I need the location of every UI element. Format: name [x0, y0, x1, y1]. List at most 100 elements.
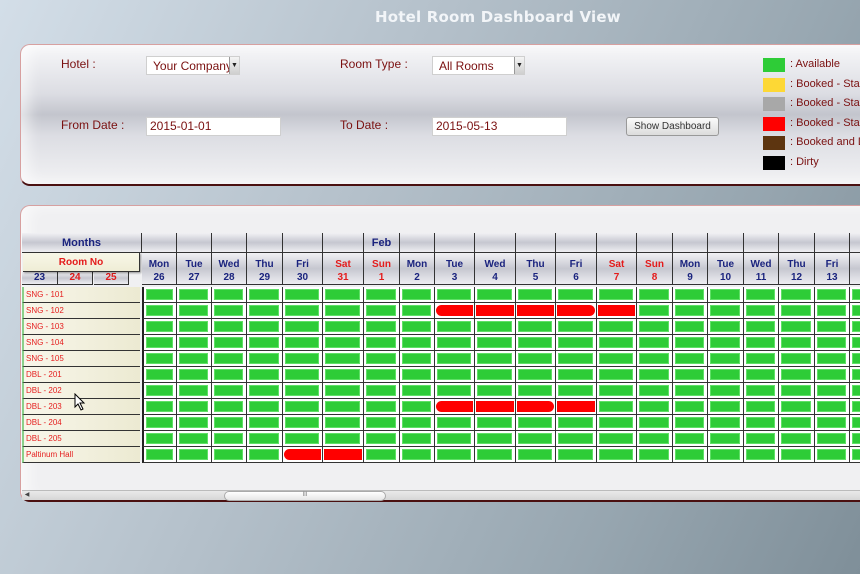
room-day-cell[interactable] [637, 287, 673, 303]
room-day-cell[interactable] [323, 287, 364, 303]
room-day-cell[interactable] [283, 319, 323, 335]
booked-bar[interactable] [436, 401, 473, 412]
from-date-input[interactable]: 2015-01-01 [146, 117, 281, 136]
available-bar[interactable] [285, 337, 319, 348]
room-day-cell[interactable] [637, 367, 673, 383]
available-bar[interactable] [817, 289, 846, 300]
available-bar[interactable] [852, 401, 860, 412]
available-bar[interactable] [477, 289, 512, 300]
room-day-cell[interactable] [815, 431, 850, 447]
available-bar[interactable] [214, 433, 243, 444]
booked-bar[interactable] [284, 449, 321, 460]
room-day-cell[interactable] [708, 351, 744, 367]
available-bar[interactable] [285, 401, 319, 412]
booked-bar[interactable] [598, 305, 635, 316]
available-bar[interactable] [366, 401, 396, 412]
available-bar[interactable] [402, 449, 431, 460]
room-day-cell[interactable] [400, 383, 435, 399]
available-bar[interactable] [366, 289, 396, 300]
room-day-cell[interactable] [850, 287, 860, 303]
available-bar[interactable] [325, 369, 360, 380]
available-bar[interactable] [639, 321, 669, 332]
room-day-cell[interactable] [850, 367, 860, 383]
room-day-cell[interactable] [673, 303, 708, 319]
room-day-cell[interactable] [283, 447, 323, 463]
available-bar[interactable] [366, 369, 396, 380]
available-bar[interactable] [710, 337, 740, 348]
room-day-cell[interactable] [142, 415, 177, 431]
available-bar[interactable] [325, 417, 360, 428]
room-day-cell[interactable] [597, 415, 637, 431]
available-bar[interactable] [675, 401, 704, 412]
room-day-cell[interactable] [475, 383, 516, 399]
available-bar[interactable] [852, 449, 860, 460]
available-bar[interactable] [599, 289, 633, 300]
available-bar[interactable] [214, 337, 243, 348]
scroll-left-arrow-icon[interactable]: ◀ [22, 491, 32, 500]
scroll-thumb[interactable]: III [224, 491, 386, 501]
available-bar[interactable] [249, 337, 279, 348]
room-day-cell[interactable] [364, 287, 400, 303]
available-bar[interactable] [402, 385, 431, 396]
room-day-cell[interactable] [556, 383, 597, 399]
available-bar[interactable] [518, 289, 552, 300]
available-bar[interactable] [639, 417, 669, 428]
room-day-cell[interactable] [212, 335, 247, 351]
booked-bar[interactable] [517, 305, 554, 316]
room-label[interactable]: SNG - 101 [22, 287, 140, 303]
room-day-cell[interactable] [247, 287, 283, 303]
available-bar[interactable] [558, 385, 593, 396]
room-day-cell[interactable] [637, 383, 673, 399]
room-day-cell[interactable] [142, 367, 177, 383]
room-label[interactable]: DBL - 201 [22, 367, 140, 383]
available-bar[interactable] [817, 321, 846, 332]
available-bar[interactable] [599, 401, 633, 412]
room-day-cell[interactable] [475, 399, 516, 415]
available-bar[interactable] [639, 385, 669, 396]
room-day-cell[interactable] [597, 383, 637, 399]
room-day-cell[interactable] [435, 399, 475, 415]
available-bar[interactable] [781, 417, 811, 428]
room-day-cell[interactable] [744, 303, 779, 319]
room-day-cell[interactable] [708, 319, 744, 335]
available-bar[interactable] [781, 449, 811, 460]
available-bar[interactable] [710, 369, 740, 380]
available-bar[interactable] [817, 337, 846, 348]
available-bar[interactable] [599, 433, 633, 444]
available-bar[interactable] [639, 449, 669, 460]
available-bar[interactable] [518, 417, 552, 428]
available-bar[interactable] [214, 369, 243, 380]
room-day-cell[interactable] [323, 431, 364, 447]
room-day-cell[interactable] [673, 351, 708, 367]
room-day-cell[interactable] [850, 431, 860, 447]
room-day-cell[interactable] [597, 303, 637, 319]
available-bar[interactable] [518, 369, 552, 380]
room-day-cell[interactable] [212, 399, 247, 415]
room-day-cell[interactable] [435, 287, 475, 303]
available-bar[interactable] [249, 369, 279, 380]
available-bar[interactable] [402, 289, 431, 300]
room-day-cell[interactable] [142, 399, 177, 415]
room-day-cell[interactable] [212, 319, 247, 335]
available-bar[interactable] [710, 353, 740, 364]
available-bar[interactable] [817, 449, 846, 460]
room-day-cell[interactable] [516, 399, 556, 415]
available-bar[interactable] [599, 449, 633, 460]
available-bar[interactable] [558, 353, 593, 364]
room-day-cell[interactable] [435, 383, 475, 399]
available-bar[interactable] [852, 289, 860, 300]
room-day-cell[interactable] [637, 335, 673, 351]
available-bar[interactable] [179, 417, 208, 428]
available-bar[interactable] [477, 449, 512, 460]
available-bar[interactable] [249, 321, 279, 332]
room-day-cell[interactable] [779, 351, 815, 367]
room-day-cell[interactable] [177, 415, 212, 431]
room-day-cell[interactable] [516, 351, 556, 367]
available-bar[interactable] [146, 385, 173, 396]
available-bar[interactable] [639, 433, 669, 444]
available-bar[interactable] [675, 433, 704, 444]
room-day-cell[interactable] [637, 447, 673, 463]
room-day-cell[interactable] [212, 447, 247, 463]
room-day-cell[interactable] [177, 303, 212, 319]
available-bar[interactable] [477, 433, 512, 444]
